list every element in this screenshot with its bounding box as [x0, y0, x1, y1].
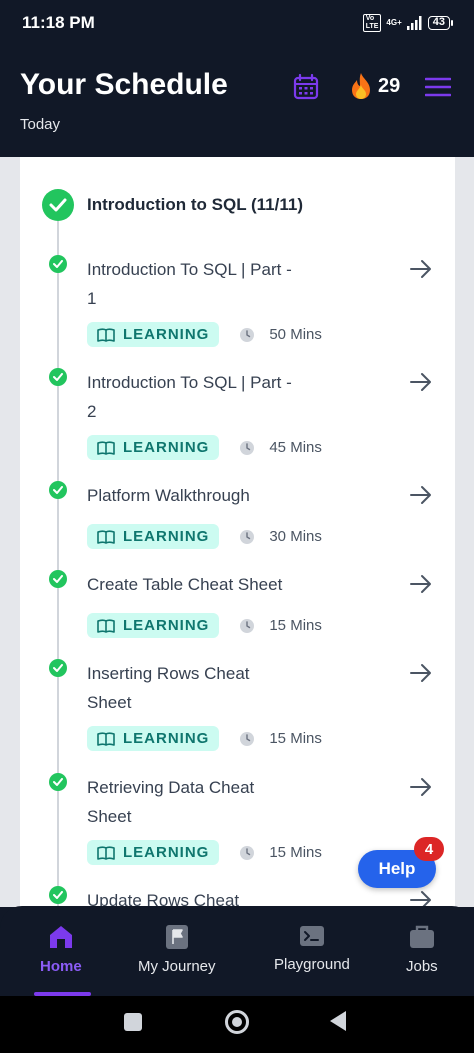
book-icon [97, 731, 115, 746]
learning-tag: LEARNING [87, 726, 220, 751]
tag-label: LEARNING [123, 730, 210, 747]
check-icon [49, 368, 67, 386]
book-icon [97, 845, 115, 860]
status-time: 11:18 PM [22, 13, 95, 32]
streak-count: 29 [378, 74, 401, 97]
check-icon [49, 255, 67, 273]
check-icon [49, 886, 67, 904]
home-icon [49, 926, 72, 948]
bottom-nav: Home My Journey Playground Jobs [0, 906, 474, 996]
item-meta: LEARNING 15 Mins [87, 613, 322, 638]
header: Your Schedule Today 29 [0, 44, 474, 157]
menu-icon[interactable] [425, 76, 451, 98]
nav-my-journey-label: My Journey [138, 958, 216, 975]
nav-playground[interactable]: Playground [274, 924, 350, 973]
learning-tag: LEARNING [87, 613, 220, 638]
item-title: Inserting Rows Cheat Sheet [87, 664, 250, 712]
help-notification-badge: 4 [414, 837, 444, 861]
nav-my-journey[interactable]: My Journey [138, 924, 216, 975]
item-title: Create Table Cheat Sheet [87, 575, 283, 594]
recents-icon[interactable] [124, 1013, 142, 1031]
schedule-content[interactable]: Introduction to SQL (11/11) Introduction… [0, 157, 474, 907]
learning-tag: LEARNING [87, 524, 220, 549]
network-type: 4G+ [386, 18, 402, 27]
item-title: Platform Walkthrough [87, 486, 250, 505]
arrow-right-icon[interactable] [410, 890, 432, 907]
system-nav-bar [0, 996, 474, 1053]
home-system-icon[interactable] [225, 1010, 249, 1034]
clock-icon [240, 529, 255, 544]
status-indicators: Vo LTE 4G+ 43 [362, 14, 454, 32]
nav-playground-label: Playground [274, 956, 350, 973]
streak-counter[interactable]: 29 [348, 72, 400, 100]
item-duration: 15 Mins [269, 844, 322, 861]
signal-icon [406, 16, 422, 30]
clock-icon [240, 731, 255, 746]
terminal-icon [299, 926, 324, 946]
learning-tag: LEARNING [87, 840, 220, 865]
item-duration: 30 Mins [269, 528, 322, 545]
arrow-right-icon[interactable] [410, 574, 432, 594]
item-duration: 15 Mins [269, 730, 322, 747]
module-complete-icon [42, 189, 74, 221]
tag-label: LEARNING [123, 844, 210, 861]
item-duration: 15 Mins [269, 617, 322, 634]
timeline-line [57, 221, 59, 907]
item-title: Introduction To SQL | Part - 1 [87, 260, 292, 308]
arrow-right-icon[interactable] [410, 485, 432, 505]
clock-icon [240, 440, 255, 455]
arrow-right-icon[interactable] [410, 777, 432, 797]
book-icon [97, 618, 115, 633]
clock-icon [240, 327, 255, 342]
nav-jobs[interactable]: Jobs [406, 924, 438, 975]
nav-home[interactable]: Home [40, 924, 82, 975]
flag-icon [165, 925, 188, 949]
item-duration: 45 Mins [269, 439, 322, 456]
arrow-right-icon[interactable] [410, 372, 432, 392]
book-icon [97, 327, 115, 342]
page-subtitle: Today [20, 116, 61, 133]
tag-label: LEARNING [123, 528, 210, 545]
fire-icon [352, 73, 370, 99]
arrow-right-icon[interactable] [410, 259, 432, 279]
briefcase-icon [409, 925, 434, 948]
item-meta: LEARNING 30 Mins [87, 524, 322, 549]
check-icon [49, 481, 67, 499]
volte-icon: Vo LTE [362, 14, 382, 32]
tag-label: LEARNING [123, 617, 210, 634]
check-icon [49, 659, 67, 677]
learning-tag: LEARNING [87, 322, 220, 347]
item-duration: 50 Mins [269, 326, 322, 343]
tag-label: LEARNING [123, 326, 210, 343]
tag-label: LEARNING [123, 439, 210, 456]
item-meta: LEARNING 45 Mins [87, 435, 322, 460]
clock-icon [240, 618, 255, 633]
item-meta: LEARNING 15 Mins [87, 840, 322, 865]
calendar-icon[interactable] [293, 74, 319, 100]
arrow-right-icon[interactable] [410, 663, 432, 683]
item-meta: LEARNING 15 Mins [87, 726, 322, 751]
back-icon[interactable] [330, 1011, 346, 1031]
book-icon [97, 440, 115, 455]
check-icon [49, 773, 67, 791]
item-title: Introduction To SQL | Part - 2 [87, 373, 292, 421]
page-title: Your Schedule [20, 68, 228, 101]
check-icon [49, 570, 67, 588]
module-title: Introduction to SQL (11/11) [87, 195, 303, 214]
module-card: Introduction to SQL (11/11) Introduction… [20, 157, 455, 907]
clock-icon [240, 845, 255, 860]
nav-home-label: Home [40, 958, 82, 975]
item-meta: LEARNING 50 Mins [87, 322, 322, 347]
status-bar: 11:18 PM Vo LTE 4G+ 43 [0, 0, 474, 44]
book-icon [97, 529, 115, 544]
nav-jobs-label: Jobs [406, 958, 438, 975]
learning-tag: LEARNING [87, 435, 220, 460]
item-title: Update Rows Cheat [87, 891, 240, 907]
item-title: Retrieving Data Cheat Sheet [87, 778, 255, 826]
battery-icon: 43 [427, 16, 454, 30]
